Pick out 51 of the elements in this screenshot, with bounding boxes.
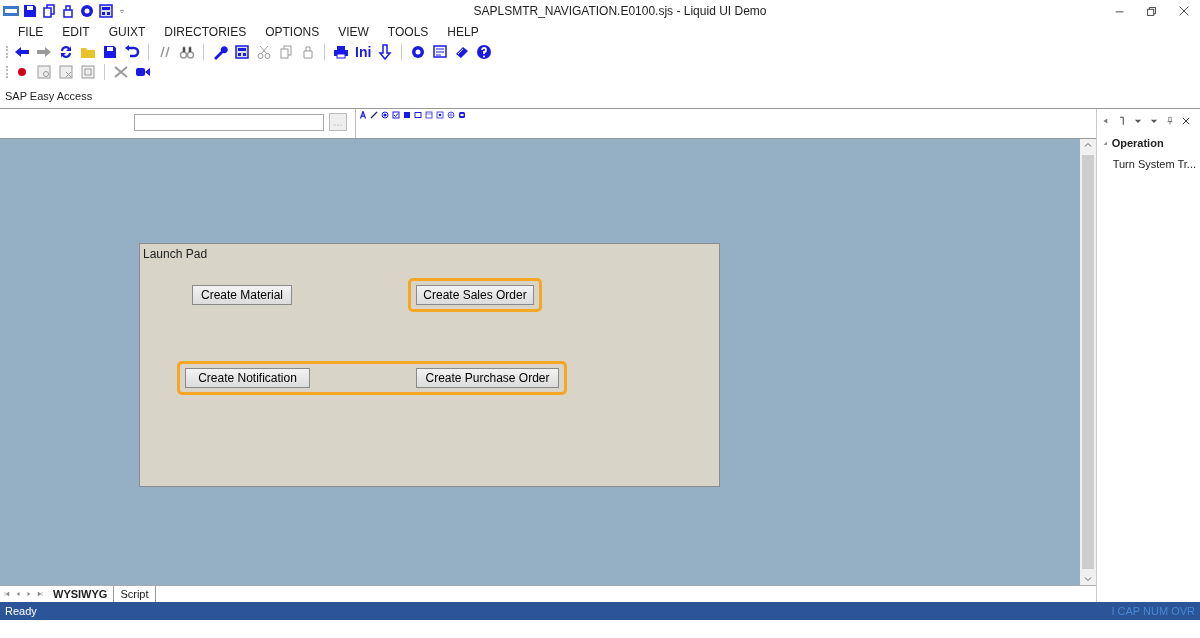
section-heading: Operation [1111, 136, 1164, 151]
form-icon[interactable] [432, 44, 449, 60]
menu-item[interactable]: DIRECTORIES [164, 23, 247, 41]
print-icon[interactable] [333, 44, 349, 60]
box-icon[interactable] [403, 111, 411, 119]
first-page-icon[interactable] [3, 589, 11, 599]
binoculars-icon[interactable] [179, 44, 195, 60]
copy-icon[interactable] [41, 3, 57, 19]
download-arrow-icon[interactable] [377, 44, 394, 60]
screen-button[interactable]: Create Material [192, 285, 292, 305]
window-icon[interactable] [425, 111, 433, 119]
operation-item[interactable]: Turn System Tr... [1100, 155, 1196, 172]
text-icon[interactable] [359, 111, 367, 119]
push-icon[interactable] [458, 111, 466, 119]
checkbox-icon[interactable] [392, 111, 400, 119]
menu-item[interactable]: GUIXT [108, 23, 146, 41]
menu-item[interactable]: TOOLS [387, 23, 429, 41]
text-field[interactable] [134, 114, 324, 131]
menu-item[interactable]: HELP [447, 23, 479, 41]
screen-button[interactable]: Create Purchase Order [416, 368, 559, 388]
status-message: Ready [5, 603, 37, 619]
globe-icon[interactable] [447, 111, 455, 119]
previous-page-icon[interactable] [14, 589, 22, 599]
picture-icon[interactable] [436, 111, 444, 119]
logo-icon[interactable] [3, 3, 19, 19]
menu-item[interactable]: EDIT [62, 23, 90, 41]
close-icon[interactable] [1180, 115, 1191, 127]
menu-item[interactable]: FILE [18, 23, 44, 41]
forward-arrow-icon[interactable] [36, 44, 52, 60]
cut-icon[interactable] [256, 44, 272, 60]
settings-icon[interactable] [410, 44, 427, 60]
last-page-icon[interactable] [36, 589, 44, 599]
back-arrow-icon[interactable] [14, 44, 30, 60]
frame-icon[interactable] [414, 111, 422, 119]
save-icon[interactable] [102, 44, 118, 60]
screen-button[interactable]: Create Sales Order [416, 285, 534, 305]
screen-title: SAP Easy Access [4, 89, 94, 104]
comment-slash-icon[interactable] [157, 44, 173, 60]
settings-icon[interactable] [79, 3, 95, 19]
group-title: Launch Pad [143, 246, 208, 263]
radio-icon[interactable] [381, 111, 389, 119]
window-title: SAPLSMTR_NAVIGATION.E0100.sjs - Liquid UI Demo [472, 3, 768, 20]
screen-button[interactable]: Create Notification [185, 368, 310, 388]
menu-item[interactable]: OPTIONS [265, 23, 320, 41]
line-icon[interactable] [370, 111, 378, 119]
refresh-icon[interactable] [58, 44, 74, 60]
menu-item[interactable]: VIEW [338, 23, 369, 41]
undo-icon[interactable] [124, 44, 140, 60]
save-icon[interactable] [22, 3, 38, 19]
ini-button[interactable]: Ini [355, 44, 372, 60]
help-icon[interactable] [476, 44, 493, 60]
